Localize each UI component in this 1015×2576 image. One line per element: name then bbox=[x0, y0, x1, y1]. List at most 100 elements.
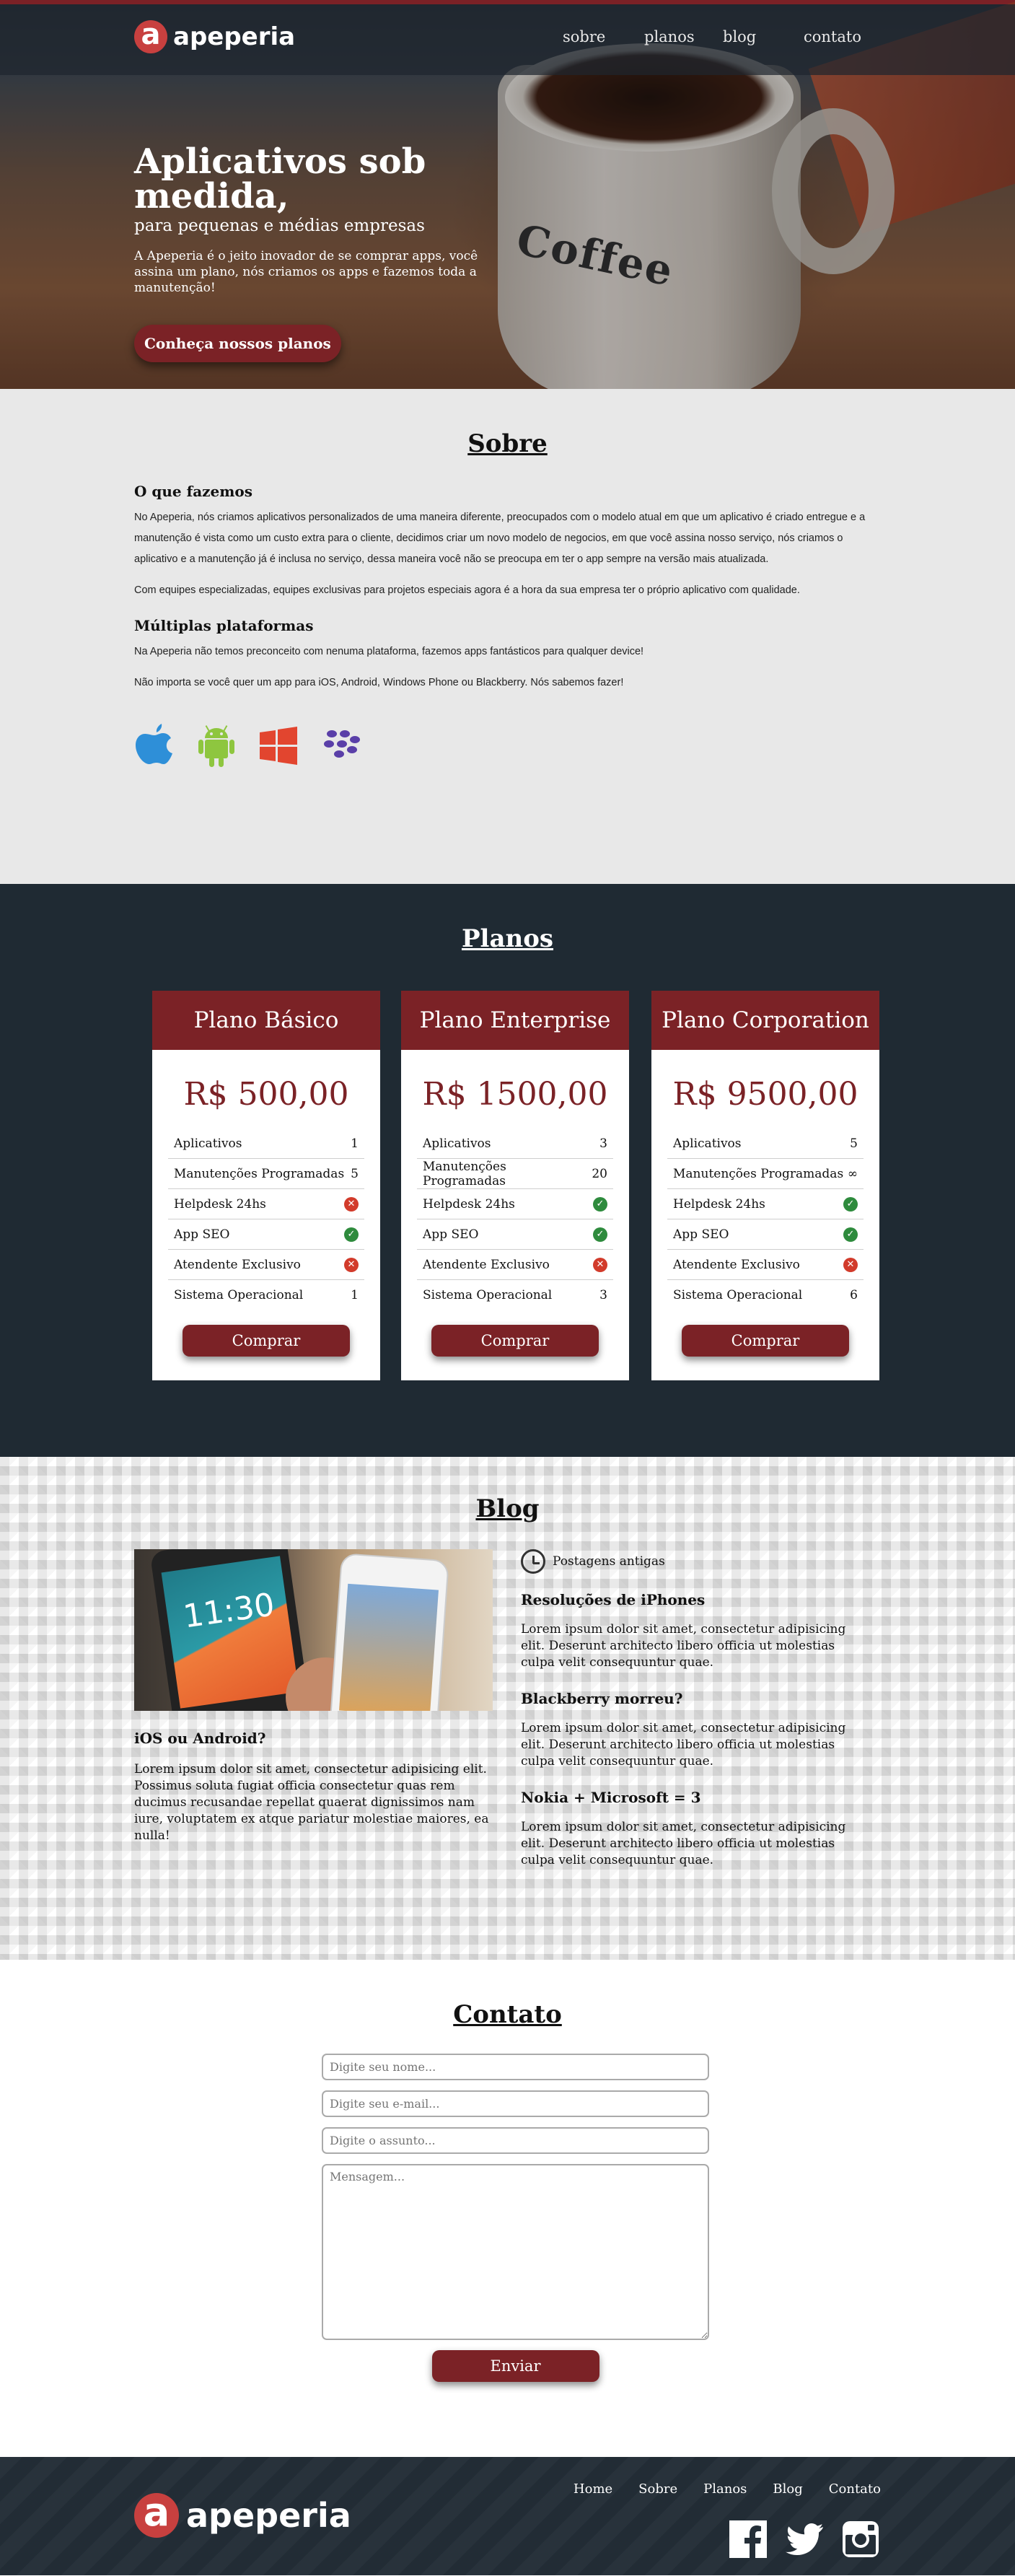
plan-feature-row: Manutenções Programadas ∞ bbox=[667, 1159, 864, 1189]
plan-feature-row: Manutenções Programadas 20 bbox=[417, 1159, 613, 1189]
plan-feature-label: Helpdesk 24hs bbox=[673, 1196, 765, 1212]
footer-menu: Home Sobre Planos Blog Contato bbox=[574, 2481, 881, 2497]
iphone-image bbox=[328, 1553, 449, 1711]
post-title[interactable]: Blackberry morreu? bbox=[521, 1690, 867, 1707]
buy-button[interactable]: Comprar bbox=[431, 1325, 599, 1357]
twitter-icon[interactable] bbox=[784, 2519, 825, 2559]
section-title-planos: Planos bbox=[461, 924, 554, 953]
plan-feature-label: Atendente Exclusivo bbox=[673, 1257, 800, 1272]
plan-feature-row: Aplicativos 3 bbox=[417, 1129, 613, 1159]
post-body: Lorem ipsum dolor sit amet, consectetur … bbox=[521, 1820, 846, 1867]
plan-feature-label: App SEO bbox=[174, 1227, 230, 1242]
social-links bbox=[728, 2519, 881, 2559]
contact-form: Enviar bbox=[322, 2054, 709, 2382]
hero-description: A Apeperia é o jeito inovador de se comp… bbox=[134, 249, 478, 296]
cross-icon: ✕ bbox=[593, 1257, 607, 1272]
plan-feature-label: Aplicativos bbox=[673, 1136, 742, 1151]
name-input[interactable] bbox=[322, 2054, 709, 2080]
plan-feature-row: Sistema Operacional 6 bbox=[667, 1280, 864, 1310]
plan-feature-row: App SEO ✓ bbox=[168, 1219, 364, 1250]
featured-post-image[interactable]: 11:30 bbox=[134, 1549, 493, 1711]
hero-subtitle: para pequenas e médias empresas bbox=[134, 216, 425, 235]
plan-feature-label: Sistema Operacional bbox=[673, 1288, 803, 1302]
blog-section: Blog 11:30 iOS ou Android? Lorem ipsum d… bbox=[0, 1457, 1015, 1960]
plan-feature-value: 1 bbox=[351, 1136, 359, 1151]
plan-feature-row: Helpdesk 24hs ✕ bbox=[168, 1189, 364, 1219]
plan-name: Plano Básico bbox=[152, 991, 380, 1050]
post-title[interactable]: Resoluções de iPhones bbox=[521, 1591, 867, 1608]
footer-link-home[interactable]: Home bbox=[574, 2481, 612, 2497]
plan-feature-row: Aplicativos 5 bbox=[667, 1129, 864, 1159]
plan-feature-row: App SEO ✓ bbox=[417, 1219, 613, 1250]
message-textarea[interactable] bbox=[322, 2164, 709, 2340]
plan-feature-row: Sistema Operacional 3 bbox=[417, 1280, 613, 1310]
post-item: Resoluções de iPhones Lorem ipsum dolor … bbox=[521, 1591, 867, 1671]
plan-feature-row: App SEO ✓ bbox=[667, 1219, 864, 1250]
email-input[interactable] bbox=[322, 2090, 709, 2117]
post-item: Nokia + Microsoft = 3 Lorem ipsum dolor … bbox=[521, 1789, 867, 1869]
nav-item-sobre[interactable]: sobre bbox=[563, 28, 605, 45]
nav-item-contato[interactable]: contato bbox=[804, 28, 861, 45]
cross-icon: ✕ bbox=[344, 1196, 359, 1212]
plan-feature-value: 1 bbox=[351, 1288, 359, 1302]
footer-logo[interactable]: a apeperia bbox=[134, 2493, 351, 2538]
older-posts-link[interactable]: Postagens antigas bbox=[521, 1549, 867, 1574]
logo-text: apeperia bbox=[173, 22, 296, 51]
send-button[interactable]: Enviar bbox=[431, 2350, 599, 2382]
subject-input[interactable] bbox=[322, 2127, 709, 2154]
check-icon: ✓ bbox=[344, 1227, 359, 1242]
older-posts: Postagens antigas Resoluções de iPhones … bbox=[521, 1549, 867, 1869]
check-icon: ✓ bbox=[843, 1196, 858, 1212]
plan-feature-label: App SEO bbox=[423, 1227, 479, 1242]
section-title-sobre: Sobre bbox=[467, 429, 548, 458]
instagram-icon[interactable] bbox=[840, 2519, 881, 2559]
plan-card-corporation: Plano Corporation R$ 9500,00 Aplicativos… bbox=[651, 991, 879, 1380]
plan-price: R$ 500,00 bbox=[183, 1076, 349, 1113]
post-body: Lorem ipsum dolor sit amet, consectetur … bbox=[521, 1622, 846, 1670]
nav-item-planos[interactable]: planos bbox=[644, 28, 695, 45]
plan-feature-row: Atendente Exclusivo ✕ bbox=[417, 1250, 613, 1280]
planos-section: Planos Plano Básico R$ 500,00 Aplicativo… bbox=[0, 884, 1015, 1457]
plan-card-enterprise: Plano Enterprise R$ 1500,00 Aplicativos 3… bbox=[401, 991, 629, 1380]
post-body: Lorem ipsum dolor sit amet, consectetur … bbox=[521, 1721, 846, 1769]
footer-link-contato[interactable]: Contato bbox=[829, 2481, 881, 2497]
buy-button[interactable]: Comprar bbox=[183, 1325, 350, 1357]
plan-feature-label: Aplicativos bbox=[423, 1136, 491, 1151]
sobre-paragraph-1: No Apeperia, nós criamos aplicativos per… bbox=[134, 512, 866, 565]
plan-feature-label: Helpdesk 24hs bbox=[423, 1196, 515, 1212]
footer-link-planos[interactable]: Planos bbox=[703, 2481, 747, 2497]
logo[interactable]: a apeperia bbox=[134, 20, 295, 53]
facebook-icon[interactable] bbox=[728, 2519, 768, 2559]
section-title-contato: Contato bbox=[453, 2000, 562, 2029]
plan-feature-value: 3 bbox=[599, 1288, 607, 1302]
buy-button[interactable]: Comprar bbox=[682, 1325, 849, 1357]
check-icon: ✓ bbox=[593, 1196, 607, 1212]
plan-feature-label: Sistema Operacional bbox=[174, 1288, 304, 1302]
check-icon: ✓ bbox=[843, 1227, 858, 1242]
hero-section: Coffee a apeperia sobre planos blog cont… bbox=[0, 0, 1015, 389]
plan-features: Aplicativos 1 Manutenções Programadas 5 Help… bbox=[168, 1129, 364, 1310]
featured-post-title[interactable]: iOS ou Android? bbox=[134, 1730, 493, 1747]
plan-name: Plano Corporation bbox=[651, 991, 879, 1050]
sobre-paragraph-2: Com equipes especializadas, equipes excl… bbox=[134, 584, 800, 596]
post-title[interactable]: Nokia + Microsoft = 3 bbox=[521, 1789, 867, 1806]
plan-feature-value: 20 bbox=[592, 1166, 607, 1181]
platform-icons bbox=[134, 722, 881, 768]
plan-price: R$ 9500,00 bbox=[672, 1076, 858, 1113]
android-icon bbox=[196, 722, 237, 768]
check-icon: ✓ bbox=[593, 1227, 607, 1242]
featured-post[interactable]: 11:30 iOS ou Android? Lorem ipsum dolor … bbox=[134, 1549, 493, 1844]
footer-link-blog[interactable]: Blog bbox=[773, 2481, 802, 2497]
featured-post-body: Lorem ipsum dolor sit amet, consectetur … bbox=[134, 1762, 489, 1843]
post-item: Blackberry morreu? Lorem ipsum dolor sit… bbox=[521, 1690, 867, 1770]
hero-content: Aplicativos sob medida, para pequenas e … bbox=[134, 144, 567, 363]
footer-link-sobre[interactable]: Sobre bbox=[638, 2481, 677, 2497]
blackberry-icon bbox=[320, 722, 361, 768]
sobre-paragraph-4: Não importa se você quer um app para iOS… bbox=[134, 677, 624, 688]
see-plans-button[interactable]: Conheça nossos planos bbox=[134, 325, 341, 363]
contato-section: Contato Enviar bbox=[0, 1960, 1015, 2457]
nav-item-blog[interactable]: blog bbox=[723, 28, 756, 45]
cross-icon: ✕ bbox=[344, 1257, 359, 1272]
sobre-heading-o-que-fazemos: O que fazemos bbox=[134, 483, 253, 500]
plan-feature-label: Aplicativos bbox=[174, 1136, 242, 1151]
